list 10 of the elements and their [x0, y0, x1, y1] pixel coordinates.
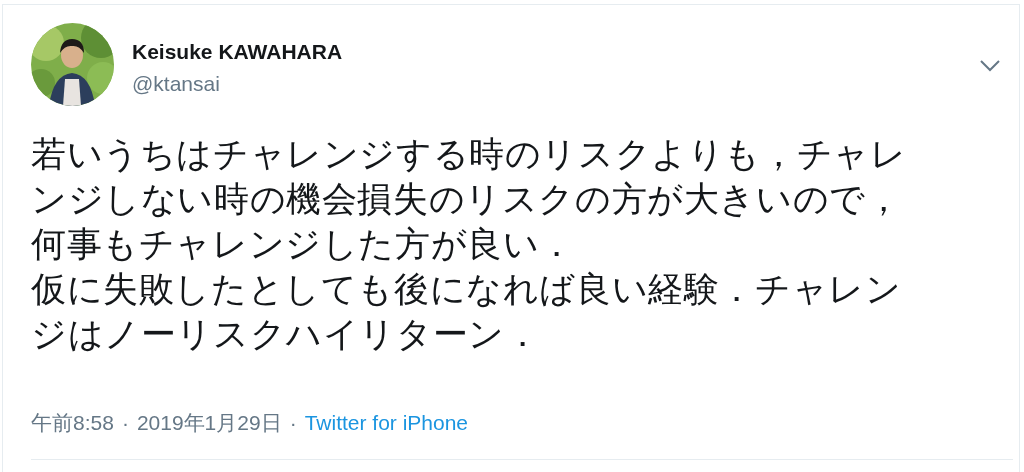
- author-handle[interactable]: @ktansai: [132, 69, 979, 99]
- tweet-text: 若いうちはチャレンジする時のリスクよりも，チャレンジしない時の機会損失のリスクの方が大きいので，何事もチャレンジした方が良い．: [31, 133, 908, 266]
- source-link[interactable]: Twitter for iPhone: [304, 409, 469, 437]
- separator-dot: ·: [121, 410, 129, 436]
- tweet-text: 仮に失敗したとしても後になれば良い経験．チャレンジはノーリスクハイリターン．: [31, 268, 903, 356]
- tweet-date[interactable]: 2019年1月29日: [136, 409, 282, 437]
- author-name[interactable]: Keisuke KAWAHARA: [132, 39, 979, 65]
- tweet-time[interactable]: 午前8:58: [31, 409, 114, 437]
- chevron-down-icon[interactable]: [979, 59, 1001, 73]
- separator-dot: ·: [289, 410, 297, 436]
